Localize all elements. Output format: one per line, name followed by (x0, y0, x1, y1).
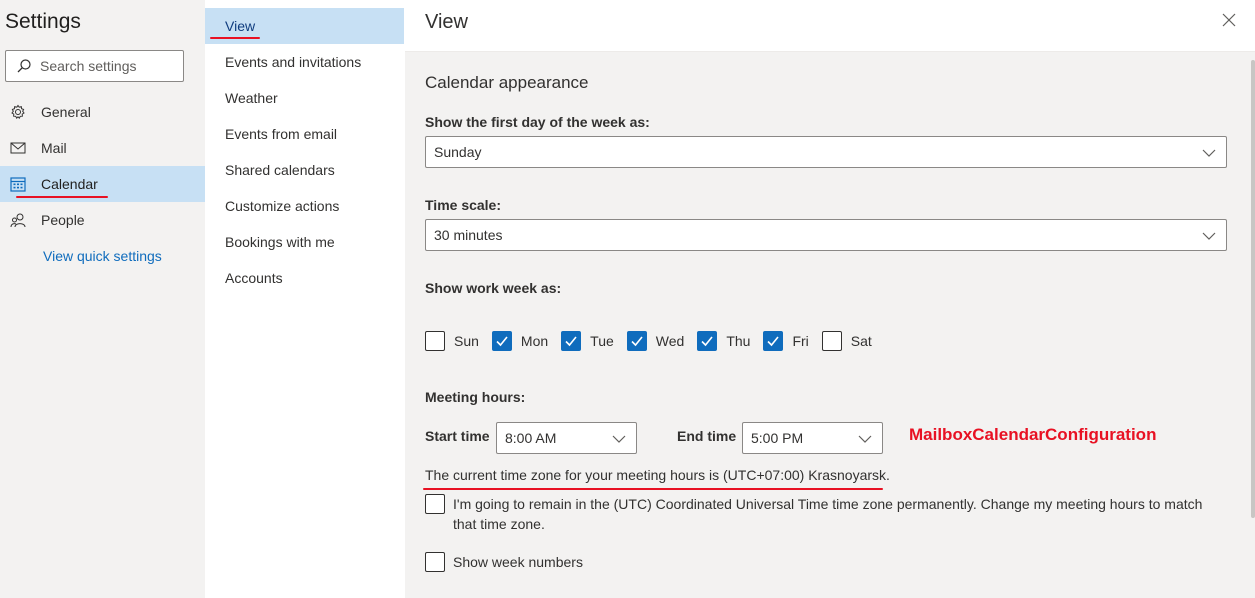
week-numbers-option-label: Show week numbers (453, 554, 583, 570)
subnav-item-customize-actions[interactable]: Customize actions (205, 188, 404, 224)
nav-item-label: People (41, 212, 85, 228)
calendar-subnav-pane: View Events and invitations Weather Even… (205, 0, 405, 598)
view-quick-settings-link[interactable]: View quick settings (43, 248, 162, 264)
day-label: Mon (520, 333, 549, 349)
checkbox-unchecked[interactable] (821, 331, 842, 351)
nav-item-general[interactable]: General (0, 94, 205, 130)
settings-title: Settings (5, 10, 81, 33)
week-numbers-option[interactable]: Show week numbers (425, 552, 1213, 572)
time-scale-dropdown[interactable]: 30 minutes (425, 219, 1227, 251)
day-checkbox-mon[interactable]: Mon (491, 331, 549, 351)
work-week-days: Sun Mon Tue Wed Thu Fri Sat (425, 331, 885, 351)
subnav-item-weather[interactable]: Weather (205, 80, 404, 116)
subnav-item-events-and-invitations[interactable]: Events and invitations (205, 44, 404, 80)
scrollbar[interactable] (1251, 60, 1255, 518)
nav-item-label: Mail (41, 140, 67, 156)
nav-item-mail[interactable]: Mail (0, 130, 205, 166)
chevron-down-icon (1202, 229, 1216, 243)
day-label: Thu (726, 333, 751, 349)
calendar-icon (9, 175, 27, 193)
end-time-dropdown[interactable]: 5:00 PM (742, 422, 883, 454)
day-label: Sat (850, 333, 872, 349)
chevron-down-icon (1202, 146, 1216, 160)
close-icon (1222, 13, 1236, 32)
checkbox-unchecked[interactable] (425, 331, 445, 351)
chevron-down-icon (612, 432, 626, 446)
annotation-underline (210, 37, 260, 39)
checkmark-icon (701, 336, 713, 347)
search-icon (16, 58, 32, 74)
gear-icon (9, 103, 27, 121)
annotation-underline (16, 196, 108, 198)
start-time-dropdown[interactable]: 8:00 AM (496, 422, 637, 454)
checkbox-checked[interactable] (561, 331, 582, 351)
checkmark-icon (565, 336, 577, 347)
remain-utc-option-label: I'm going to remain in the (UTC) Coordin… (453, 496, 1203, 532)
nav-item-label: Calendar (41, 176, 98, 192)
subnav-item-accounts[interactable]: Accounts (205, 260, 404, 296)
chevron-down-icon (858, 432, 872, 446)
start-time-value: 8:00 AM (505, 430, 557, 446)
work-week-label: Show work week as: (425, 280, 562, 296)
annotation-underline (423, 488, 883, 490)
checkbox-checked[interactable] (763, 331, 784, 351)
page-title: View (425, 11, 468, 33)
day-label: Sun (454, 333, 479, 349)
subnav-item-shared-calendars[interactable]: Shared calendars (205, 152, 404, 188)
section-title: Calendar appearance (425, 73, 589, 92)
nav-item-people[interactable]: People (0, 202, 205, 238)
checkmark-icon (631, 336, 643, 347)
end-time-value: 5:00 PM (751, 430, 804, 446)
meeting-hours-label: Meeting hours: (425, 389, 526, 405)
checkbox-checked[interactable] (491, 331, 512, 351)
first-day-value: Sunday (434, 144, 482, 160)
day-checkbox-thu[interactable]: Thu (697, 331, 750, 351)
day-checkbox-sat[interactable]: Sat (821, 331, 872, 351)
time-scale-value: 30 minutes (434, 227, 503, 243)
view-settings-panel: View Calendar appearance Show the first … (405, 0, 1255, 598)
subnav-item-events-from-email[interactable]: Events from email (205, 116, 404, 152)
checkbox-unchecked[interactable] (425, 552, 445, 572)
day-label: Wed (655, 333, 685, 349)
settings-nav-pane: Settings General Mail Calendar People Vi… (0, 0, 205, 598)
search-box[interactable] (5, 50, 184, 82)
day-checkbox-fri[interactable]: Fri (763, 331, 809, 351)
checkmark-icon (496, 336, 508, 347)
first-day-dropdown[interactable]: Sunday (425, 136, 1227, 168)
annotation-label: MailboxCalendarConfiguration (909, 425, 1157, 444)
day-checkbox-wed[interactable]: Wed (626, 331, 685, 351)
checkbox-unchecked[interactable] (425, 494, 445, 514)
close-button[interactable] (1219, 12, 1239, 32)
panel-header: View (405, 0, 1255, 52)
day-checkbox-sun[interactable]: Sun (425, 331, 479, 351)
nav-item-label: General (41, 104, 91, 120)
checkbox-checked[interactable] (697, 331, 718, 351)
timezone-note: The current time zone for your meeting h… (425, 467, 890, 483)
checkbox-checked[interactable] (626, 331, 647, 351)
mail-icon (9, 139, 27, 157)
start-time-label: Start time (425, 428, 490, 444)
first-day-label: Show the first day of the week as: (425, 114, 650, 130)
search-input[interactable] (40, 58, 170, 74)
time-scale-label: Time scale: (425, 197, 502, 213)
remain-utc-option[interactable]: I'm going to remain in the (UTC) Coordin… (425, 494, 1213, 534)
people-icon (9, 211, 27, 229)
checkmark-icon (767, 336, 780, 347)
subnav-item-bookings-with-me[interactable]: Bookings with me (205, 224, 404, 260)
day-checkbox-tue[interactable]: Tue (561, 331, 614, 351)
day-label: Fri (792, 333, 809, 349)
end-time-label: End time (677, 428, 737, 444)
day-label: Tue (590, 333, 614, 349)
